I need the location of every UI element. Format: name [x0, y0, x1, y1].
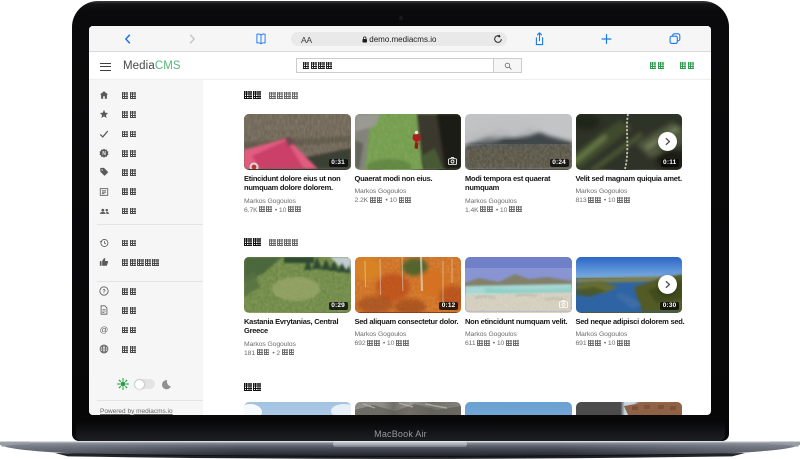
- svg-text:?: ?: [102, 289, 105, 295]
- svg-text:N: N: [102, 151, 106, 157]
- svg-text:@: @: [100, 325, 108, 335]
